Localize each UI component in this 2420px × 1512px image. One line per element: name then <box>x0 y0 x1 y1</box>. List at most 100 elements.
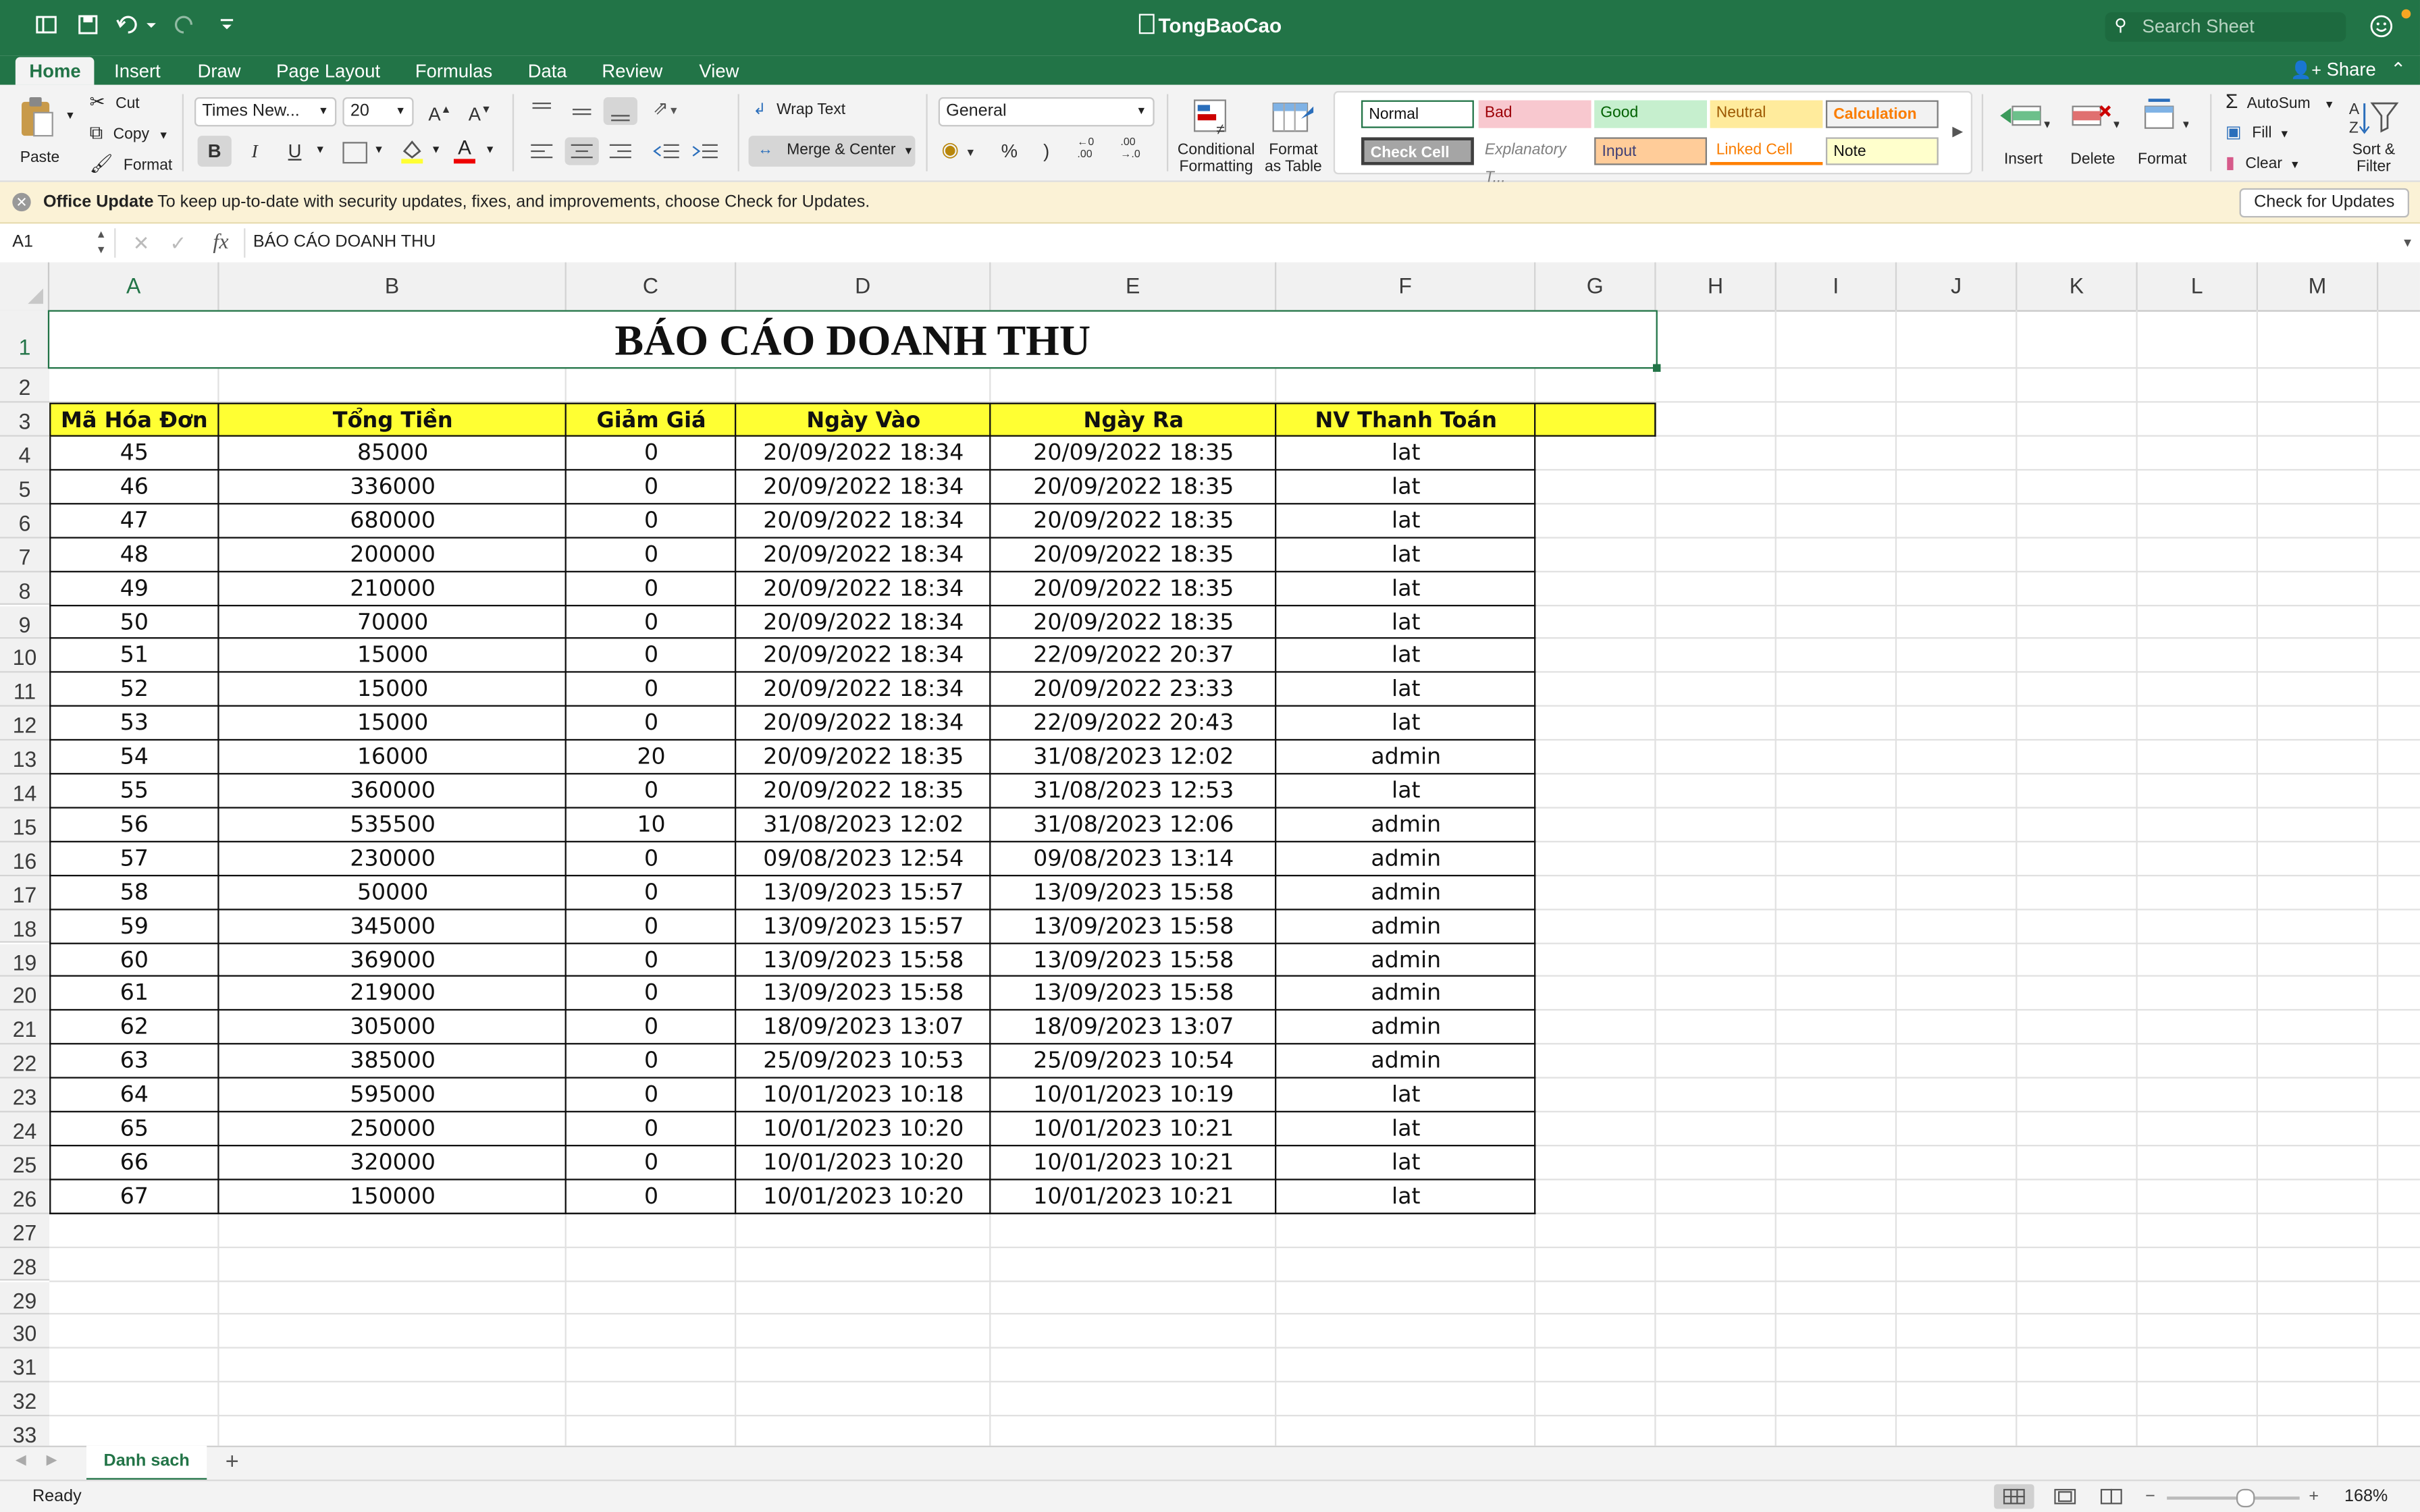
table-cell[interactable]: 535500 <box>219 808 567 842</box>
scroll-tabs-left-icon[interactable]: ◀ <box>16 1452 26 1469</box>
table-cell[interactable]: 305000 <box>219 1011 567 1045</box>
table-cell[interactable]: 20/09/2022 18:34 <box>736 673 991 707</box>
style-normal[interactable]: Normal <box>1361 100 1474 128</box>
column-header-h[interactable]: H <box>1656 262 1777 310</box>
zoom-level[interactable]: 168% <box>2344 1481 2388 1512</box>
table-cell[interactable]: 64 <box>49 1079 219 1112</box>
table-cell[interactable]: 13/09/2023 15:58 <box>991 876 1276 910</box>
row-header[interactable]: 9 <box>0 605 50 640</box>
table-cell[interactable]: 210000 <box>219 572 567 605</box>
dismiss-update-icon[interactable]: ✕ <box>12 192 31 212</box>
table-cell[interactable]: 0 <box>567 470 736 504</box>
fill-handle[interactable] <box>1652 364 1661 372</box>
row-header[interactable]: 3 <box>0 402 50 437</box>
tab-home[interactable]: Home <box>15 57 95 85</box>
table-cell[interactable]: 0 <box>567 707 736 740</box>
table-cell[interactable]: 10/01/2023 10:20 <box>736 1180 991 1214</box>
table-cell[interactable]: 20/09/2022 18:34 <box>736 639 991 673</box>
check-for-updates-button[interactable]: Check for Updates <box>2239 188 2409 218</box>
column-header-c[interactable]: C <box>567 262 737 310</box>
table-cell[interactable]: lat <box>1276 707 1535 740</box>
table-cell[interactable]: 250000 <box>219 1112 567 1146</box>
table-cell[interactable]: lat <box>1276 1079 1535 1112</box>
column-header-k[interactable]: K <box>2017 262 2138 310</box>
table-cell[interactable]: 45 <box>49 437 219 470</box>
name-box-stepper-icon[interactable]: ▲ ▼ <box>96 223 107 259</box>
row-header[interactable]: 18 <box>0 909 50 944</box>
column-header-l[interactable]: L <box>2138 262 2258 310</box>
table-cell[interactable]: 20/09/2022 18:34 <box>736 707 991 740</box>
table-cell[interactable]: 0 <box>567 1180 736 1214</box>
expand-formula-bar-icon[interactable]: ▼ <box>2402 223 2414 262</box>
increase-indent-icon[interactable] <box>688 137 722 165</box>
font-size-dropdown[interactable]: 20 ▼ <box>342 97 414 127</box>
tab-review[interactable]: Review <box>602 57 662 85</box>
table-cell[interactable]: 0 <box>567 1079 736 1112</box>
cancel-entry-icon[interactable]: ✕ <box>133 223 150 262</box>
column-heading[interactable]: Giảm Giá <box>567 403 736 440</box>
clear-dropdown-icon[interactable]: ▼ <box>2290 161 2300 171</box>
row-header[interactable]: 8 <box>0 572 50 606</box>
row-header[interactable]: 2 <box>0 369 50 403</box>
clear-button[interactable]: ▮ Clear ▼ <box>2226 151 2300 179</box>
table-cell[interactable]: lat <box>1276 639 1535 673</box>
percent-style-button[interactable]: % <box>994 136 1025 167</box>
zoom-slider-thumb[interactable] <box>2236 1488 2255 1508</box>
sheet-tab-danh-sach[interactable]: Danh sach <box>86 1445 207 1482</box>
table-cell[interactable]: 369000 <box>219 944 567 977</box>
row-header[interactable]: 20 <box>0 977 50 1011</box>
table-cell[interactable]: 50 <box>49 605 219 639</box>
table-cell[interactable]: 13/09/2023 15:58 <box>991 977 1276 1011</box>
row-header[interactable]: 7 <box>0 537 50 572</box>
table-cell[interactable]: 200000 <box>219 538 567 572</box>
table-cell[interactable]: 10/01/2023 10:18 <box>736 1079 991 1112</box>
page-layout-view-button[interactable] <box>2049 1484 2080 1509</box>
table-cell[interactable]: 360000 <box>219 774 567 808</box>
tab-view[interactable]: View <box>699 57 739 85</box>
table-cell[interactable]: 59 <box>49 910 219 944</box>
table-cell[interactable]: 63 <box>49 1045 219 1079</box>
merge-dropdown-icon[interactable]: ▼ <box>903 146 914 157</box>
row-header[interactable]: 33 <box>0 1416 50 1446</box>
table-cell[interactable]: 0 <box>567 673 736 707</box>
style-good[interactable]: Good <box>1594 100 1707 128</box>
page-break-view-button[interactable] <box>2096 1484 2127 1509</box>
table-cell[interactable]: 0 <box>567 876 736 910</box>
number-format-dropdown[interactable]: General ▼ <box>938 97 1155 127</box>
table-cell[interactable]: 0 <box>567 977 736 1011</box>
zoom-slider-track[interactable] <box>2167 1496 2300 1500</box>
fill-button[interactable]: ▣ Fill ▼ <box>2226 120 2290 148</box>
column-header-e[interactable]: E <box>991 262 1277 310</box>
table-cell[interactable]: 13/09/2023 15:58 <box>991 910 1276 944</box>
increase-decimal-icon[interactable]: ←0.00 <box>1077 137 1114 162</box>
row-header[interactable]: 26 <box>0 1180 50 1214</box>
zoom-out-button[interactable]: − <box>2145 1481 2155 1512</box>
table-cell[interactable]: 385000 <box>219 1045 567 1079</box>
style-explanatory[interactable]: Explanatory T... <box>1478 137 1592 187</box>
table-cell[interactable]: 20/09/2022 18:34 <box>736 504 991 538</box>
table-cell[interactable]: admin <box>1276 944 1535 977</box>
column-header-b[interactable]: B <box>219 262 567 310</box>
column-heading[interactable]: Ngày Ra <box>991 403 1276 440</box>
comma-style-button[interactable]: ) <box>1031 136 1062 167</box>
underline-button[interactable]: U <box>278 136 311 167</box>
style-check-cell[interactable]: Check Cell <box>1361 137 1474 165</box>
table-cell[interactable]: 31/08/2023 12:02 <box>736 808 991 842</box>
select-all-corner[interactable] <box>0 262 50 310</box>
table-cell[interactable]: 20 <box>567 740 736 774</box>
table-cell[interactable]: 25/09/2023 10:53 <box>736 1045 991 1079</box>
table-cell[interactable]: 20/09/2022 18:35 <box>991 470 1276 504</box>
table-cell[interactable]: lat <box>1276 1112 1535 1146</box>
table-cell[interactable]: 20/09/2022 18:35 <box>991 572 1276 605</box>
column-header-f[interactable]: F <box>1276 262 1536 310</box>
fill-color-icon[interactable] <box>398 137 426 165</box>
copy-dropdown-icon[interactable]: ▼ <box>158 131 169 142</box>
table-cell[interactable]: 219000 <box>219 977 567 1011</box>
table-cell[interactable]: 67 <box>49 1180 219 1214</box>
table-cell[interactable]: admin <box>1276 1011 1535 1045</box>
row-header[interactable]: 15 <box>0 808 50 842</box>
row-header[interactable]: 22 <box>0 1044 50 1079</box>
table-cell[interactable]: 345000 <box>219 910 567 944</box>
borders-dropdown-icon[interactable]: ▼ <box>373 145 384 156</box>
table-cell[interactable]: 31/08/2023 12:06 <box>991 808 1276 842</box>
